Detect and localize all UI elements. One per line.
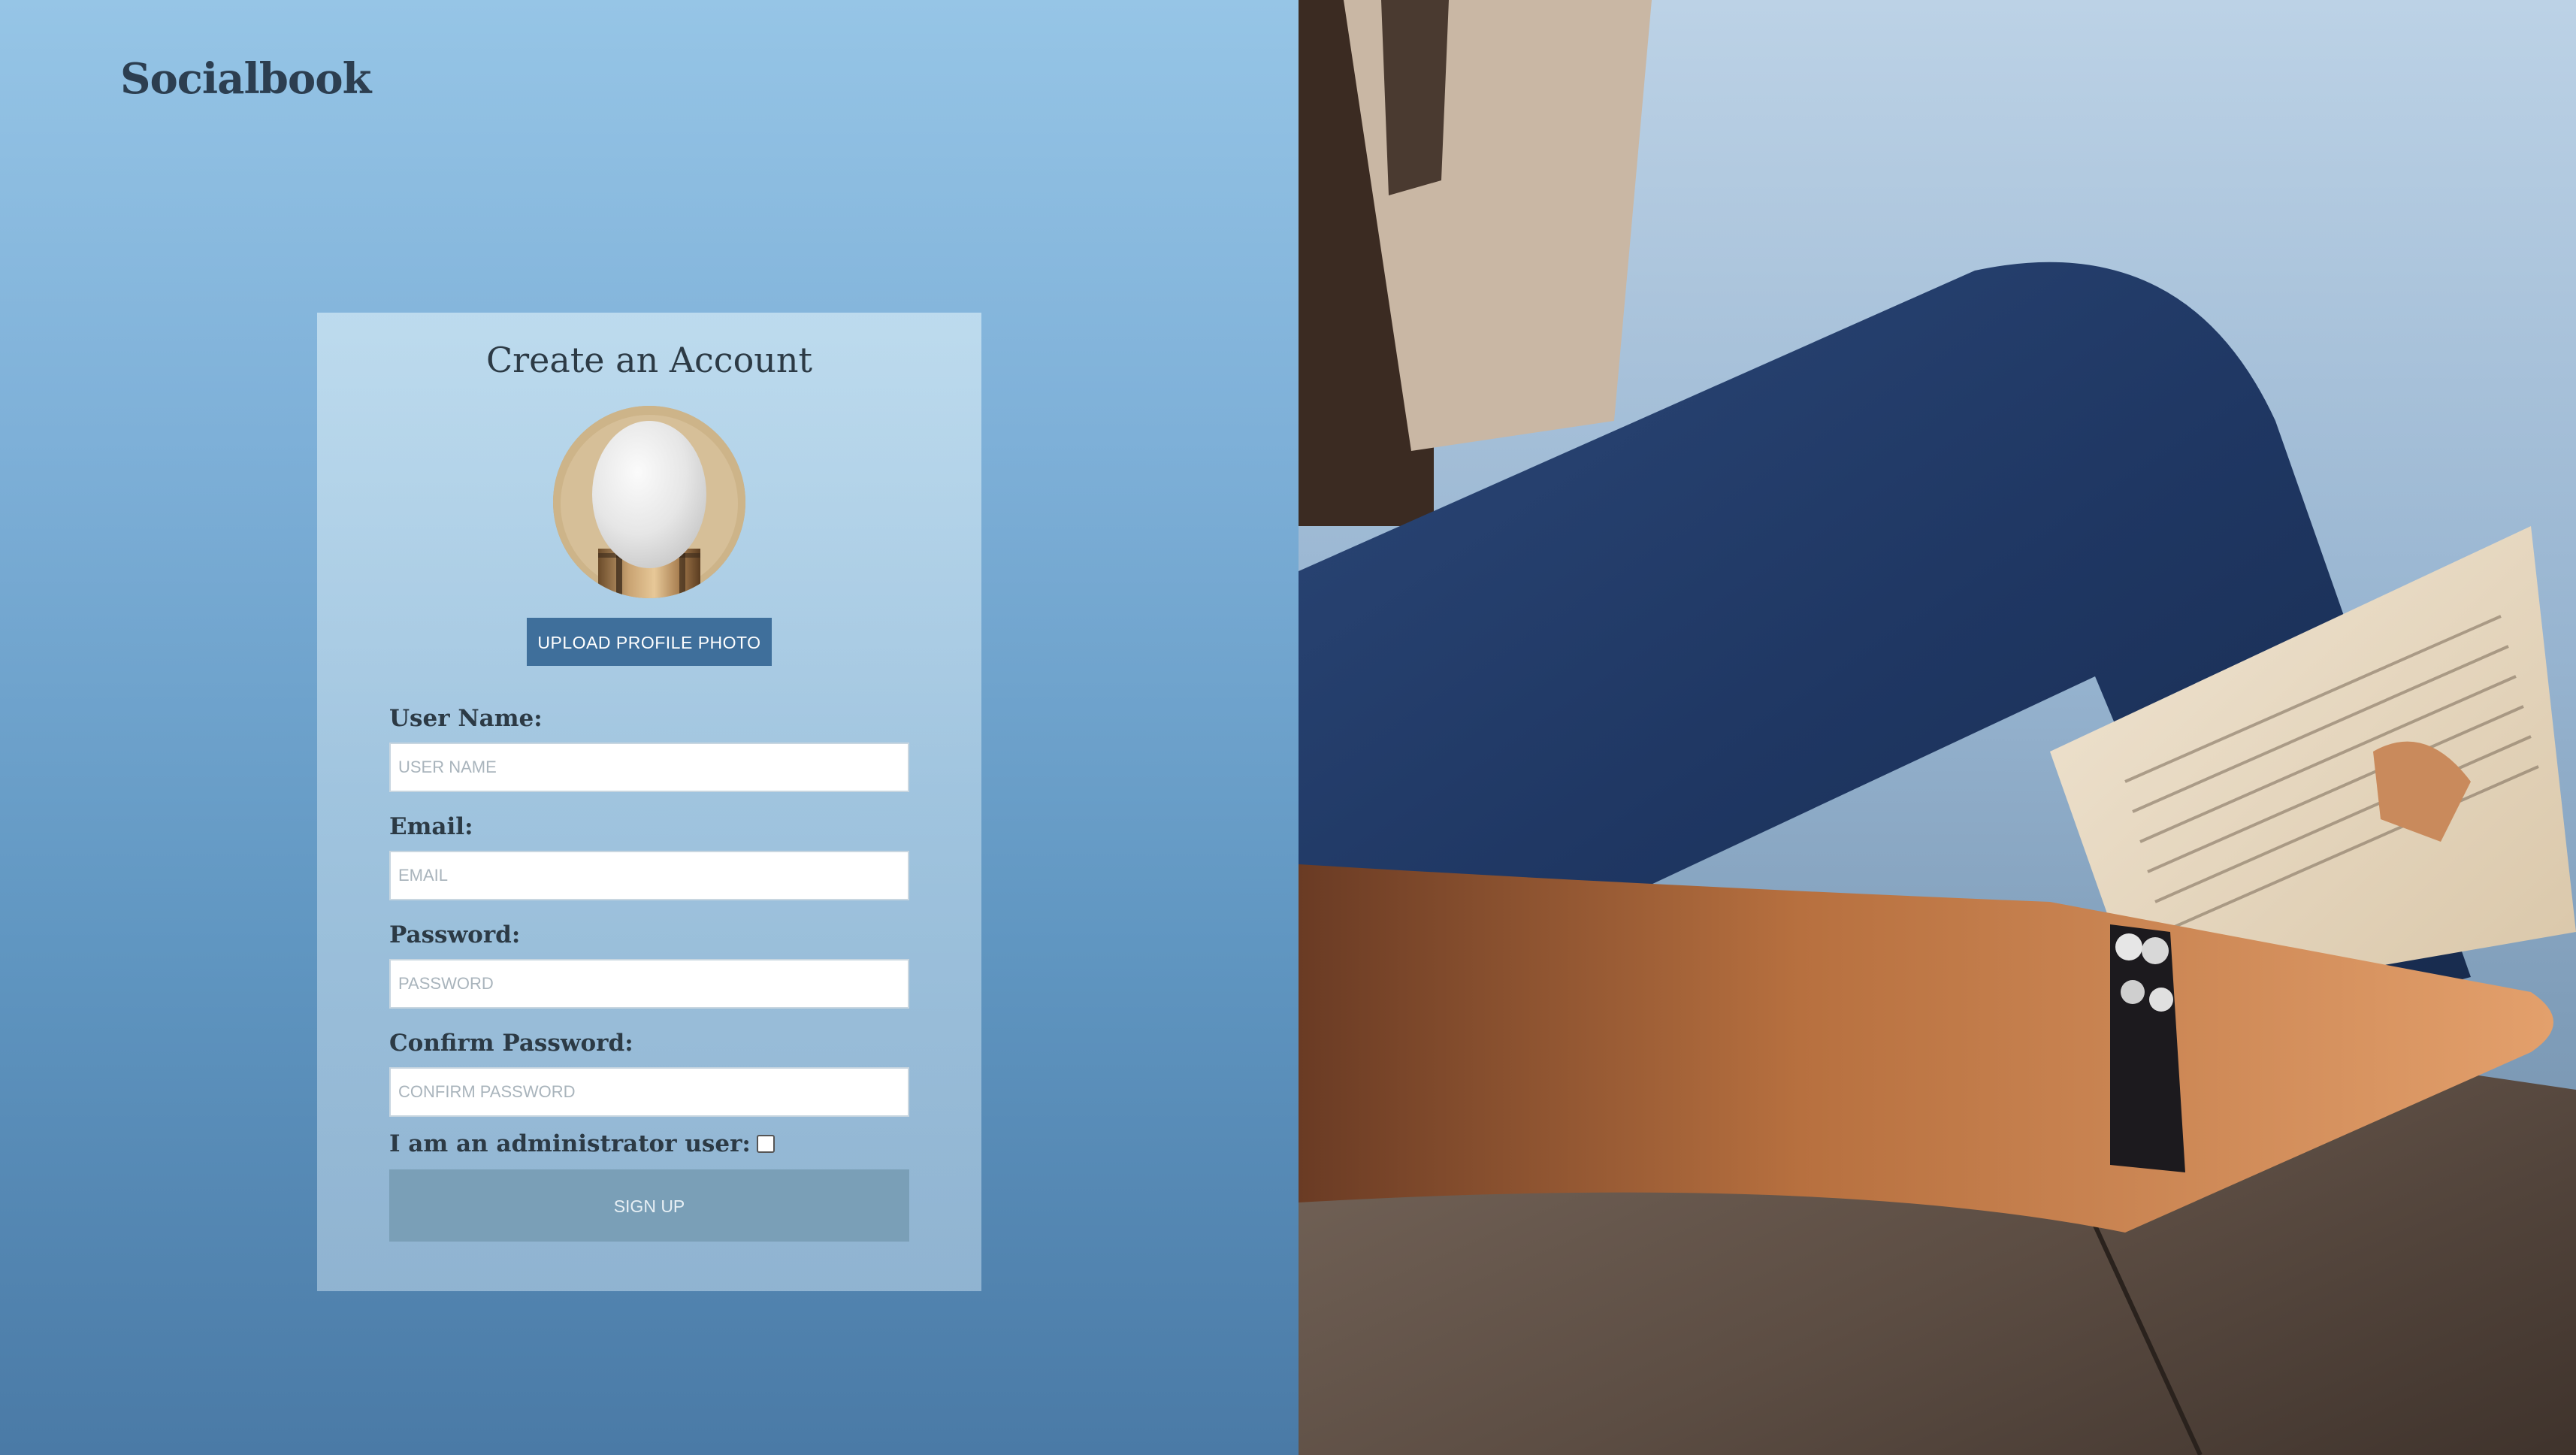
confirm-password-label: Confirm Password: [389, 1030, 633, 1057]
confirm-password-field[interactable] [389, 1067, 909, 1117]
admin-row: I am an administrator user: [389, 1130, 775, 1157]
signup-page: Socialbook Create an Account UPLOAD PROF… [0, 0, 2576, 1455]
page-title: Create an Account [485, 340, 812, 380]
username-label: User Name: [389, 705, 543, 732]
signup-button[interactable]: SIGN UP [389, 1169, 909, 1242]
hero-photo-panel [1299, 0, 2576, 1455]
upload-photo-button[interactable]: UPLOAD PROFILE PHOTO [527, 618, 772, 666]
admin-label: I am an administrator user: [389, 1130, 751, 1157]
signup-card: Create an Account UPLOAD PROFILE PHOTO U… [317, 313, 981, 1291]
password-label: Password: [389, 921, 521, 948]
left-panel: Socialbook Create an Account UPLOAD PROF… [0, 0, 1299, 1455]
woman-reading-book-photo [1299, 0, 2576, 1455]
admin-checkbox[interactable] [756, 1135, 775, 1153]
egg-avatar-image [553, 406, 745, 598]
brand-logo[interactable]: Socialbook [120, 54, 371, 104]
password-field[interactable] [389, 959, 909, 1009]
username-field[interactable] [389, 743, 909, 792]
email-field[interactable] [389, 851, 909, 900]
profile-avatar [553, 406, 745, 598]
email-label: Email: [389, 813, 473, 840]
